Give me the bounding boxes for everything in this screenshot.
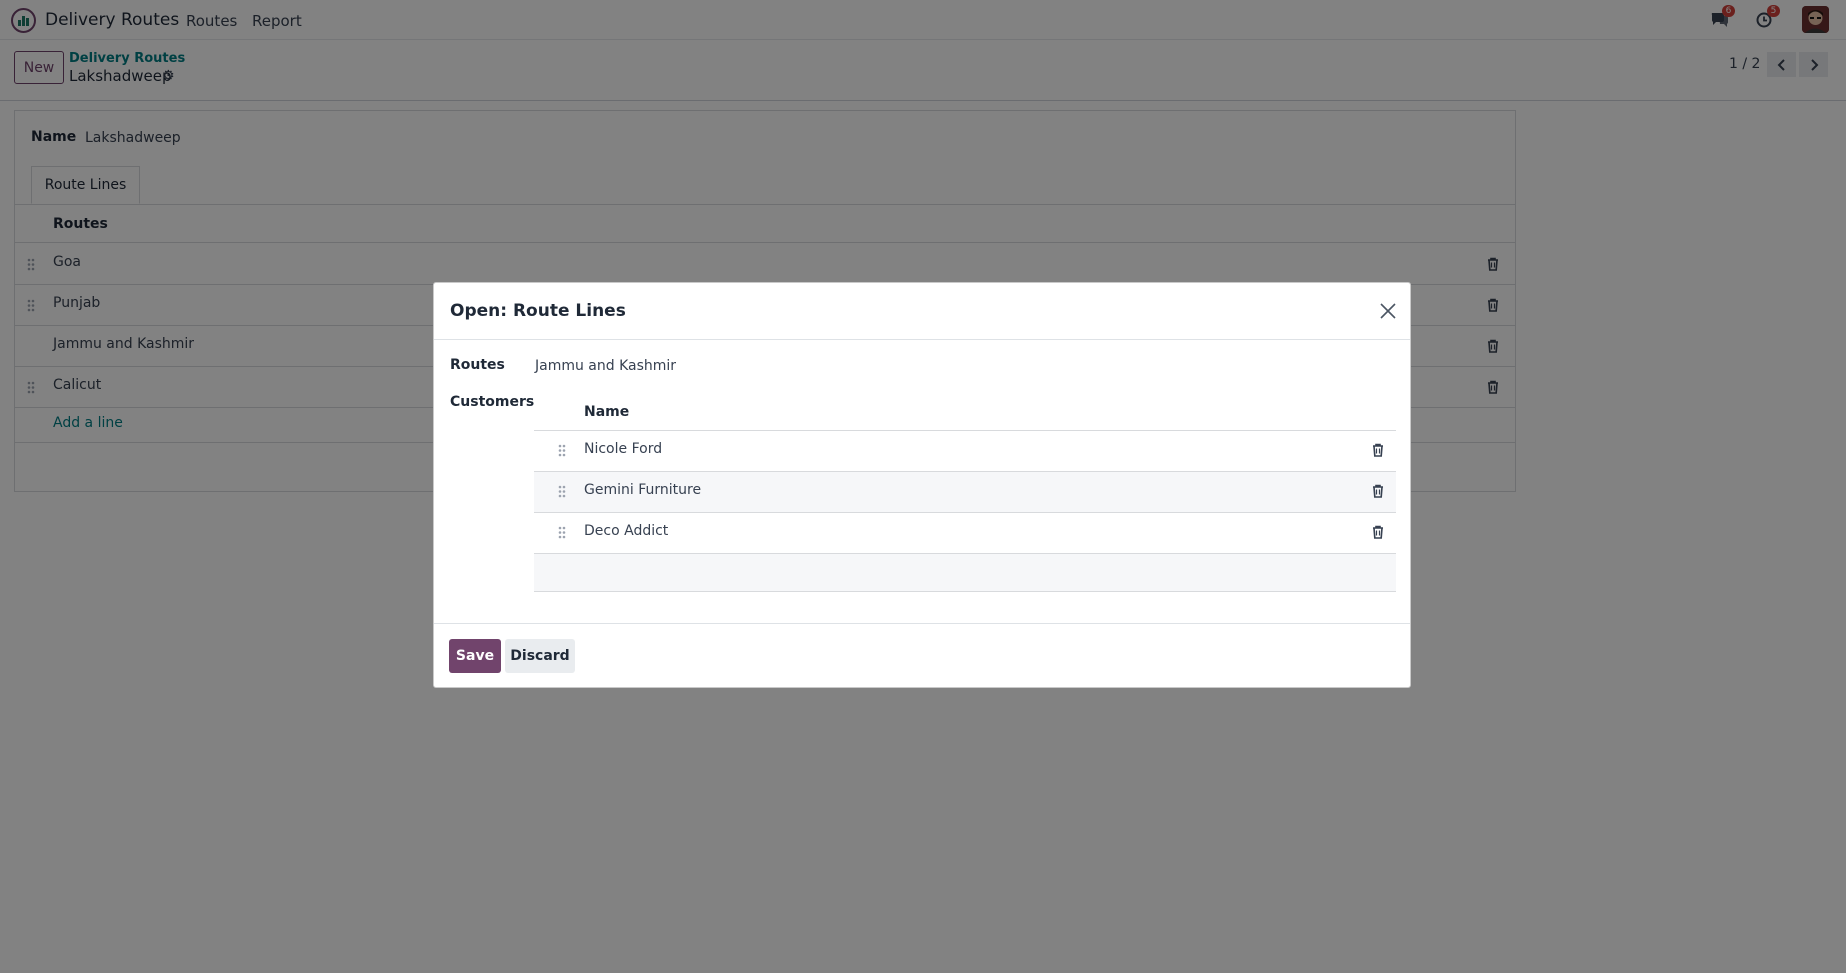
route-lines-dialog: Open: Route Lines Routes Jammu and Kashm…: [433, 282, 1411, 688]
empty-add-row[interactable]: [534, 554, 1396, 592]
drag-handle-icon[interactable]: [558, 526, 566, 539]
table-row[interactable]: Nicole Ford: [534, 431, 1396, 472]
customer-name[interactable]: Nicole Ford: [584, 441, 662, 457]
discard-button[interactable]: Discard: [505, 639, 575, 673]
drag-handle-icon[interactable]: [558, 444, 566, 457]
table-row[interactable]: Gemini Furniture: [534, 472, 1396, 513]
customer-name[interactable]: Deco Addict: [584, 523, 668, 539]
customers-label: Customers: [450, 394, 535, 410]
dialog-footer: Save Discard: [434, 623, 1410, 687]
routes-field[interactable]: Jammu and Kashmir: [535, 358, 676, 374]
routes-label: Routes: [450, 357, 505, 373]
drag-handle-icon[interactable]: [558, 485, 566, 498]
trash-icon[interactable]: [1372, 443, 1384, 457]
customers-list-header: Name: [534, 393, 1396, 431]
table-row[interactable]: Deco Addict: [534, 513, 1396, 554]
dialog-title: Open: Route Lines: [450, 301, 626, 321]
close-icon[interactable]: [1379, 302, 1397, 320]
name-column-header[interactable]: Name: [584, 404, 629, 420]
save-button[interactable]: Save: [449, 639, 501, 673]
trash-icon[interactable]: [1372, 484, 1384, 498]
customer-name[interactable]: Gemini Furniture: [584, 482, 701, 498]
dialog-header: Open: Route Lines: [434, 283, 1410, 340]
trash-icon[interactable]: [1372, 525, 1384, 539]
